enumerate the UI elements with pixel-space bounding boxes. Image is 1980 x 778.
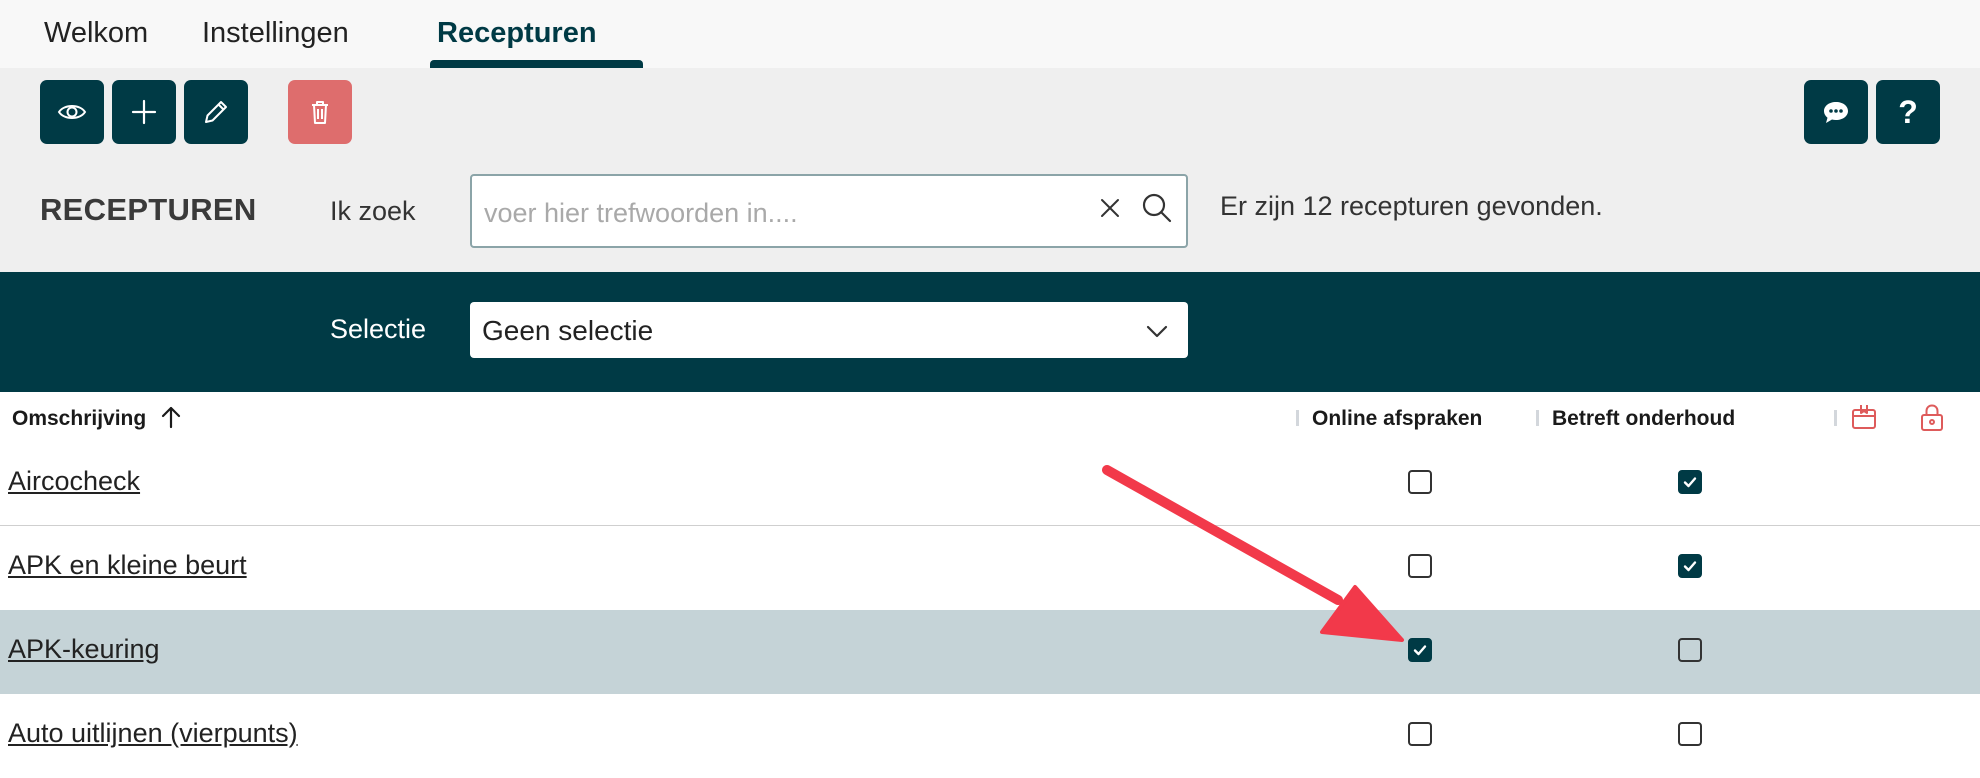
chat-icon	[1824, 102, 1848, 123]
edit-button[interactable]	[184, 80, 248, 144]
search-label: Ik zoek	[330, 196, 416, 226]
selection-dropdown[interactable]: Geen selectie	[470, 302, 1188, 358]
add-button[interactable]	[112, 80, 176, 144]
checkbox-online-afspraken[interactable]	[1408, 554, 1432, 578]
column-header-betreft-onderhoud[interactable]: Betreft onderhoud	[1552, 407, 1735, 431]
check-icon	[1683, 561, 1697, 572]
delete-button[interactable]	[288, 80, 352, 144]
pencil-icon	[205, 101, 227, 123]
view-button[interactable]	[40, 80, 104, 144]
table-row[interactable]: APK en kleine beurt	[0, 526, 1980, 610]
clear-icon[interactable]	[1096, 194, 1124, 222]
checkbox-online-afspraken[interactable]	[1408, 722, 1432, 746]
search-box	[470, 174, 1188, 248]
column-resize-handle[interactable]	[1296, 410, 1299, 426]
checkbox-betreft-onderhoud[interactable]	[1678, 554, 1702, 578]
selection-label: Selectie	[330, 314, 427, 344]
tab-welkom[interactable]: Welkom	[44, 17, 148, 50]
plus-icon	[131, 99, 157, 125]
row-link[interactable]: APK en kleine beurt	[8, 550, 247, 581]
tab-bar: Welkom Instellingen Recepturen	[0, 0, 1980, 68]
page-title: RECEPTUREN	[40, 192, 257, 227]
result-count: Er zijn 12 recepturen gevonden.	[1220, 191, 1603, 221]
search-input[interactable]	[482, 190, 1066, 236]
lock-icon[interactable]	[1918, 402, 1946, 432]
checkbox-betreft-onderhoud[interactable]	[1678, 638, 1702, 662]
table-row[interactable]: Aircocheck	[0, 442, 1980, 526]
selection-value: Geen selectie	[482, 315, 654, 346]
eye-icon	[57, 105, 87, 119]
tab-instellingen[interactable]: Instellingen	[202, 17, 349, 50]
checkbox-betreft-onderhoud[interactable]	[1678, 722, 1702, 746]
column-resize-handle[interactable]	[1834, 410, 1837, 426]
checkbox-online-afspraken[interactable]	[1408, 470, 1432, 494]
column-header-online-afspraken[interactable]: Online afspraken	[1312, 407, 1482, 431]
archive-box-icon[interactable]	[1850, 402, 1878, 432]
search-icon[interactable]	[1140, 191, 1174, 225]
active-tab-indicator	[430, 60, 643, 68]
checkbox-online-afspraken[interactable]	[1408, 638, 1432, 662]
help-icon: ?	[1898, 93, 1918, 130]
row-link[interactable]: Aircocheck	[8, 466, 140, 497]
row-link[interactable]: Auto uitlijnen (vierpunts)	[8, 718, 298, 749]
table-row[interactable]: Auto uitlijnen (vierpunts)	[0, 694, 1980, 778]
chat-button[interactable]	[1804, 80, 1868, 144]
sort-ascending-icon[interactable]	[160, 405, 182, 429]
chevron-down-icon	[1146, 325, 1168, 338]
column-resize-handle[interactable]	[1536, 410, 1539, 426]
check-icon	[1683, 477, 1697, 488]
trash-icon	[312, 101, 328, 124]
row-link[interactable]: APK-keuring	[8, 634, 160, 665]
column-header-omschrijving[interactable]: Omschrijving	[12, 407, 146, 431]
checkbox-betreft-onderhoud[interactable]	[1678, 470, 1702, 494]
tab-recepturen[interactable]: Recepturen	[437, 17, 597, 50]
check-icon	[1413, 645, 1427, 656]
table-row-selected[interactable]: APK-keuring	[0, 610, 1980, 694]
help-button[interactable]: ?	[1876, 80, 1940, 144]
